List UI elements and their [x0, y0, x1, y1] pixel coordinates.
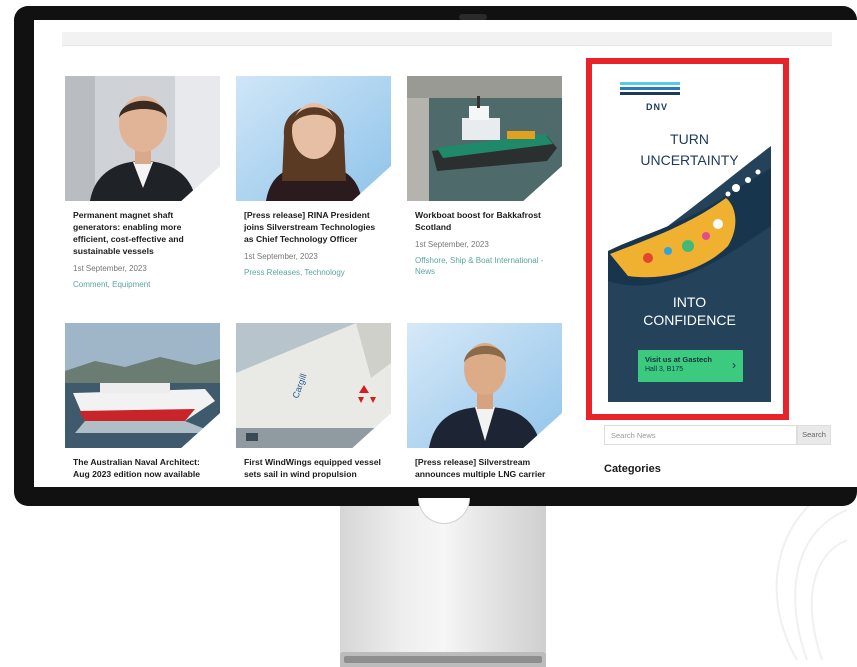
article-thumbnail[interactable]: + [65, 323, 220, 448]
ad-cta-button[interactable]: Visit us at Gastech Hall 3, B175 › [638, 350, 743, 382]
expand-plus-icon[interactable]: + [367, 427, 383, 444]
highlighted-ad-frame: DNV TURN UNCERTAINTY INTO CONFIDENCE Vis… [586, 58, 789, 420]
article-thumbnail[interactable]: + [236, 76, 391, 201]
article-categories[interactable]: Press Releases, Technology [236, 267, 386, 278]
article-title[interactable]: [Press release] RINA President joins Sil… [236, 209, 386, 245]
ad-headline-3: INTO [672, 294, 707, 310]
article-card[interactable]: + The Australian Naval Architect: Aug 20… [65, 323, 221, 480]
expand-plus-icon[interactable]: + [538, 427, 554, 444]
article-categories[interactable]: Offshore, Ship & Boat International - Ne… [407, 255, 557, 277]
expand-plus-icon[interactable]: + [538, 180, 554, 197]
ad-brand: DNV [646, 102, 669, 112]
expand-plus-icon[interactable]: + [196, 427, 212, 444]
article-thumbnail[interactable]: + [65, 76, 220, 201]
search-button[interactable]: Search [797, 425, 831, 445]
article-title[interactable]: Workboat boost for Bakkafrost Scotland [407, 209, 557, 233]
article-thumbnail[interactable]: + [407, 76, 562, 201]
article-title[interactable]: Permanent magnet shaft generators: enabl… [65, 209, 215, 257]
expand-plus-icon[interactable]: + [196, 180, 212, 197]
dnv-advertisement[interactable]: DNV TURN UNCERTAINTY INTO CONFIDENCE Vis… [608, 76, 771, 402]
dnv-logo-icon [620, 82, 680, 97]
article-card[interactable]: Cargill + First WindWings equipped vesse… [236, 323, 392, 480]
categories-heading: Categories [604, 463, 661, 475]
article-thumbnail[interactable]: Cargill + [236, 323, 391, 448]
ad-headline-2: UNCERTAINTY [640, 152, 739, 168]
article-date: 1st September, 2023 [244, 252, 318, 261]
chevron-right-icon: › [732, 358, 736, 372]
article-title[interactable]: The Australian Naval Architect: Aug 2023… [65, 456, 215, 480]
article-card[interactable]: + [Press release] Silverstream announces… [407, 323, 563, 480]
article-card[interactable]: + [Press release] RINA President joins S… [236, 76, 392, 278]
article-title[interactable]: [Press release] Silverstream announces m… [407, 456, 557, 480]
article-title[interactable]: First WindWings equipped vessel sets sai… [236, 456, 386, 480]
monitor-stand-foot-slot [344, 656, 542, 663]
ad-headline-1: TURN [670, 131, 709, 147]
page-top-strip [62, 32, 832, 46]
monitor-screen: + Permanent magnet shaft generators: ena… [34, 20, 857, 487]
ad-cta-line-2: Hall 3, B175 [645, 366, 684, 373]
article-thumbnail[interactable]: + [407, 323, 562, 448]
ad-headline-4: CONFIDENCE [643, 312, 736, 328]
article-date: 1st September, 2023 [415, 240, 489, 249]
monitor-stand [340, 506, 546, 652]
expand-plus-icon[interactable]: + [367, 180, 383, 197]
article-categories[interactable]: Comment, Equipment [65, 279, 215, 290]
article-date: 1st September, 2023 [73, 264, 147, 273]
monitor-mockup-scene: + Permanent magnet shaft generators: ena… [0, 0, 857, 667]
ad-cta-line-1: Visit us at Gastech [645, 355, 712, 364]
article-card[interactable]: + Permanent magnet shaft generators: ena… [65, 76, 221, 290]
search-input[interactable]: Search News [604, 425, 797, 445]
article-card[interactable]: + Workboat boost for Bakkafrost Scotland… [407, 76, 563, 277]
